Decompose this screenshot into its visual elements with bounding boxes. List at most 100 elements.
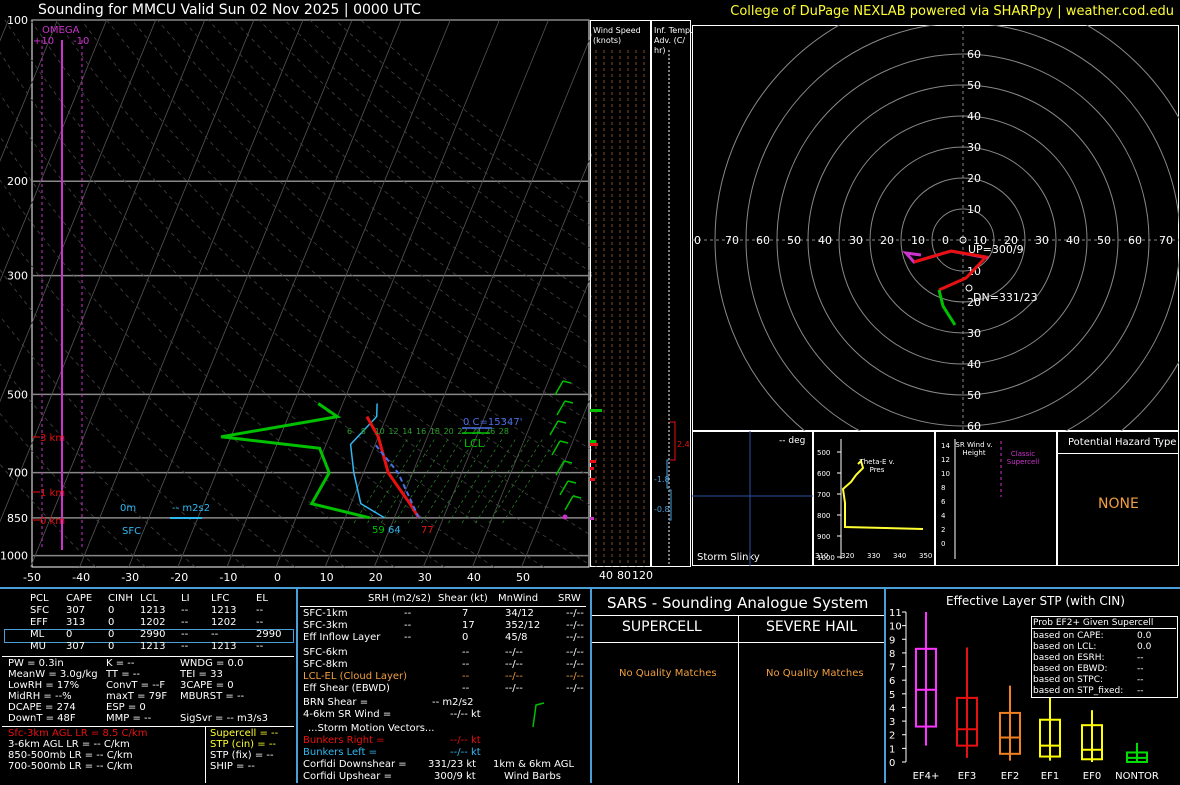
parcel-cell: 1213 <box>140 641 166 652</box>
index-value: SigSvr = -- m3/s3 <box>180 713 269 724</box>
mixratio-label: 10 <box>375 427 385 436</box>
stp-category-label: EF2 <box>1001 771 1019 782</box>
dry-adiabat <box>29 19 592 537</box>
hodo-up-label: UP=300/9 <box>968 243 1024 256</box>
hazard-panel: Potential Hazard Type NONE <box>1057 431 1179 566</box>
wind-barb-flag <box>562 380 572 384</box>
stp-prob-value: -- <box>1137 686 1144 696</box>
parcel-cell: 1213 <box>211 641 237 652</box>
srwind-y-label: 2 <box>941 526 945 534</box>
thetae-y-label: 500 <box>817 449 830 457</box>
stp-category-label: EF4+ <box>913 771 940 782</box>
parcel-cell: -- <box>256 605 264 616</box>
stp-prob-label: based on STP_fixed: <box>1033 686 1124 696</box>
kin-cell: --/-- <box>505 683 523 694</box>
wind-barb-flag <box>564 400 574 404</box>
srwind-classic: Classic Supercell <box>1006 450 1040 466</box>
kin-cell: 331/23 kt <box>428 759 477 770</box>
srwind-y-label: 0 <box>941 540 945 548</box>
kin-cell: 300/9 kt <box>434 771 476 782</box>
stp-category-label: EF3 <box>958 771 976 782</box>
isotherm <box>79 19 304 568</box>
kin-cell: Corfidi Downshear = <box>303 759 407 770</box>
parcel-cell: 0 <box>108 605 115 616</box>
temp-adv-value-pos: 2.4 <box>677 440 690 449</box>
hazard-title: Potential Hazard Type <box>1068 437 1177 448</box>
kin-cell: 0 <box>462 632 469 643</box>
kin-header: SRH (m2/s2) <box>368 593 431 604</box>
kin-cell: -- <box>462 671 470 682</box>
wind-speed-bar <box>590 467 594 470</box>
kin-cell: -- <box>462 647 470 658</box>
dry-adiabat <box>0 223 345 568</box>
hodo-ring-label: 10 <box>967 203 981 216</box>
stp-y-label: 4 <box>889 703 895 714</box>
thetae-y-label: 900 <box>817 533 830 541</box>
mixratio-label: 14 <box>402 427 412 436</box>
dry-adiabat <box>309 19 592 251</box>
parcel-cell: MU <box>30 641 46 652</box>
parcel-header: LFC <box>211 593 230 604</box>
isotherm <box>324 19 549 568</box>
wind-speed-bar <box>590 460 596 463</box>
kin-cell: -- m2/s2 <box>432 697 474 708</box>
dry-adiabat <box>284 19 592 274</box>
composite-params: Supercell = -- STP (cin) = -- STP (fix) = … <box>208 727 298 785</box>
wind-barb-flag <box>559 440 569 444</box>
srwind-y-label: 14 <box>941 442 950 450</box>
parcel-cell: 307 <box>66 605 86 616</box>
lcl-label: LCL <box>464 437 485 450</box>
kin-barb-icon <box>532 702 545 728</box>
stp-title: Effective Layer STP (with CIN) <box>946 594 1125 608</box>
kin-cell: Bunkers Left = <box>303 747 377 758</box>
hodo-x-label: 50 <box>1097 234 1111 247</box>
parcel-header: PCL <box>30 593 49 604</box>
wind-barb <box>551 440 561 456</box>
kin-cell: -- <box>404 632 412 643</box>
kin-cell: 352/12 <box>505 620 541 631</box>
hodo-x-label: 70 <box>1159 234 1173 247</box>
stp-y-label: 0 <box>889 758 895 769</box>
hazard-value: NONE <box>1098 496 1139 512</box>
isotherm <box>128 19 353 568</box>
parcel-cell: 0 <box>108 641 115 652</box>
parcel-header: CINH <box>108 593 133 604</box>
srwind-y-label: 6 <box>941 498 946 506</box>
kin-cell: Wind Barbs <box>504 771 561 782</box>
parcel-cell: -- <box>181 605 189 616</box>
hodo-ring-label: 50 <box>967 79 981 92</box>
kin-header: SRW <box>558 593 581 604</box>
kin-cell: 7 <box>462 608 469 619</box>
sars-title: SARS - Sounding Analogue System <box>607 594 869 612</box>
pressure-label: 700 <box>7 467 28 480</box>
parcel-cell: 2990 <box>140 629 166 640</box>
stp-category-label: EF0 <box>1083 771 1101 782</box>
omega-tick-pos: +10 <box>33 36 54 47</box>
pressure-label: 1000 <box>0 550 28 563</box>
temp-axis-label: 20 <box>369 571 383 584</box>
dry-adiabat <box>335 19 592 228</box>
wind-barb-flag <box>563 460 573 464</box>
slinky-crosshair <box>692 431 813 566</box>
mixratio-line <box>380 436 437 524</box>
hodo-ring-label: 30 <box>967 141 981 154</box>
mixratio-label: 16 <box>416 427 426 436</box>
temp-axis-label: 30 <box>418 571 432 584</box>
stp-y-label: 2 <box>889 731 895 742</box>
stp-y-label: 11 <box>889 608 902 619</box>
temp-axis-label: 40 <box>467 571 481 584</box>
srwind-y-label: 8 <box>941 484 945 492</box>
kin-cell: -- <box>404 608 412 619</box>
kin-cell: --/-- <box>566 620 584 631</box>
kin-row-label: Eff Inflow Layer <box>303 632 381 643</box>
parcel-table: PCL CAPE CINH LCL LI LFC EL SFC 307 0 1213 -- 1213 --… <box>0 589 296 652</box>
parcel-cell: 2990 <box>256 629 282 640</box>
srh-label: -- m2s2 <box>172 503 210 514</box>
stp-y-label: 10 <box>889 622 902 633</box>
isotherm <box>0 19 58 162</box>
kin-row-label: SFC-1km <box>303 608 348 619</box>
hodo-ring-label: 20 <box>967 172 981 185</box>
thetae-x-label: 320 <box>841 552 854 560</box>
index-value: MMP = -- <box>106 713 152 724</box>
wind-barb-flag <box>567 480 577 484</box>
